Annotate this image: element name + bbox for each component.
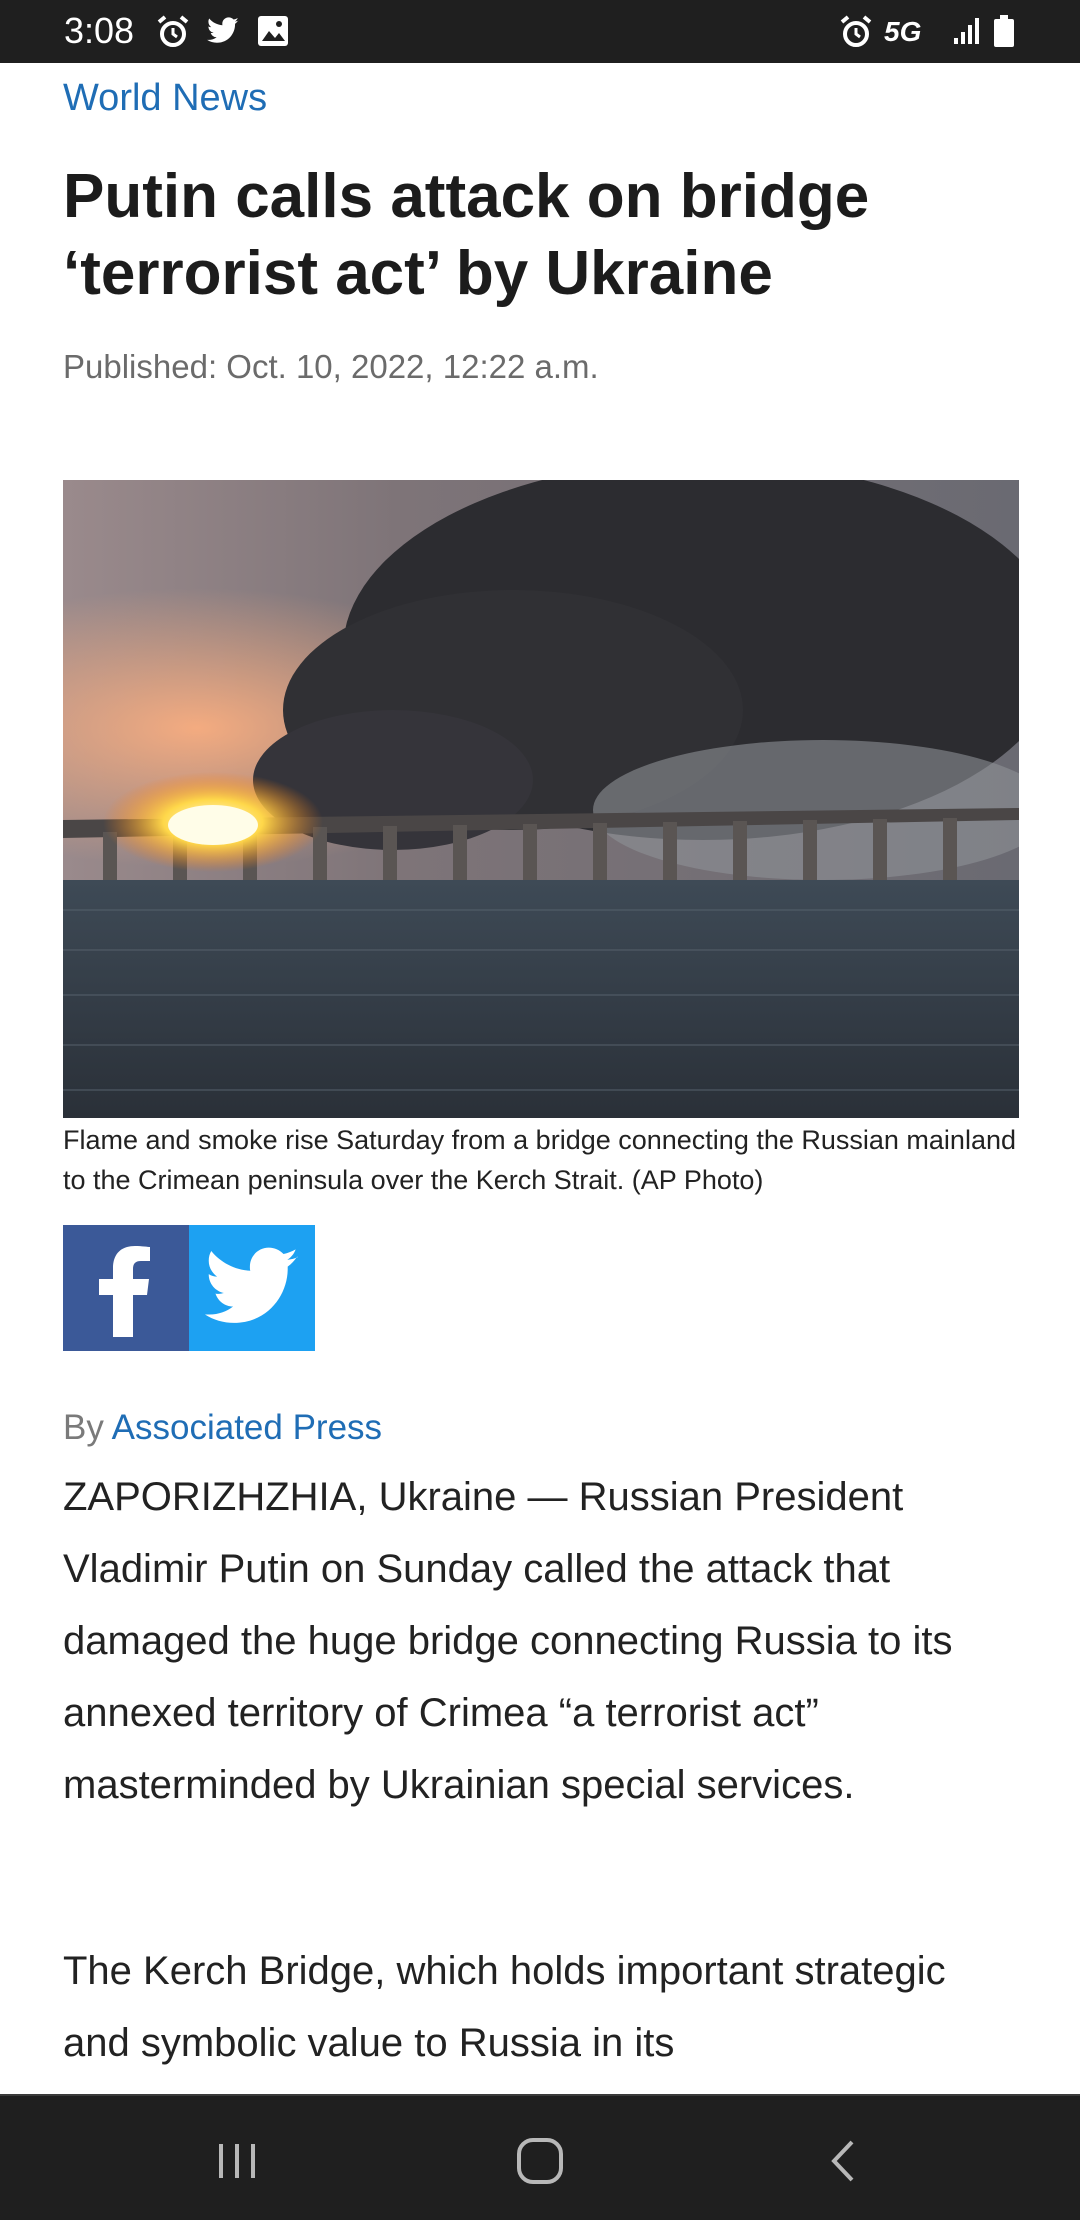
twitter-share-button[interactable] [189, 1225, 315, 1351]
article-paragraph: The Kerch Bridge, which holds important … [63, 1949, 946, 2065]
byline-author-link[interactable]: Associated Press [112, 1408, 382, 1447]
article-photo[interactable] [63, 480, 1019, 1118]
recents-icon[interactable] [202, 2126, 272, 2196]
article-paragraph: ZAPORIZHZHIA, Ukraine — Russian Presiden… [63, 1475, 953, 1807]
byline: By Associated Press [63, 1405, 382, 1451]
facebook-icon [99, 1246, 150, 1337]
status-bar: 3:08 5G [0, 0, 1080, 63]
byline-prefix: By [63, 1408, 104, 1447]
signal-icon [954, 18, 979, 44]
section-link[interactable]: World News [63, 73, 267, 123]
back-icon[interactable] [808, 2126, 878, 2196]
status-time: 3:08 [64, 10, 135, 51]
alarm-icon [157, 15, 189, 47]
navigation-bar [0, 2094, 1080, 2220]
twitter-icon [204, 1247, 299, 1323]
gallery-icon [258, 16, 288, 46]
battery-icon [994, 15, 1014, 47]
photo-caption: Flame and smoke rise Saturday from a bri… [63, 1125, 1016, 1195]
bridge-fire-photo [63, 480, 1019, 1118]
facebook-share-button[interactable] [63, 1225, 189, 1351]
network-5g-icon: 5G [884, 16, 922, 47]
alarm-icon [840, 15, 872, 47]
article-content[interactable]: World News Putin calls attack on bridge … [0, 63, 1080, 2094]
twitter-bird-icon [207, 17, 239, 43]
home-icon[interactable] [505, 2126, 575, 2196]
published-date: Published: Oct. 10, 2022, 12:22 a.m. [63, 348, 599, 385]
article-headline: Putin calls attack on bridge ‘terrorist … [63, 162, 870, 308]
